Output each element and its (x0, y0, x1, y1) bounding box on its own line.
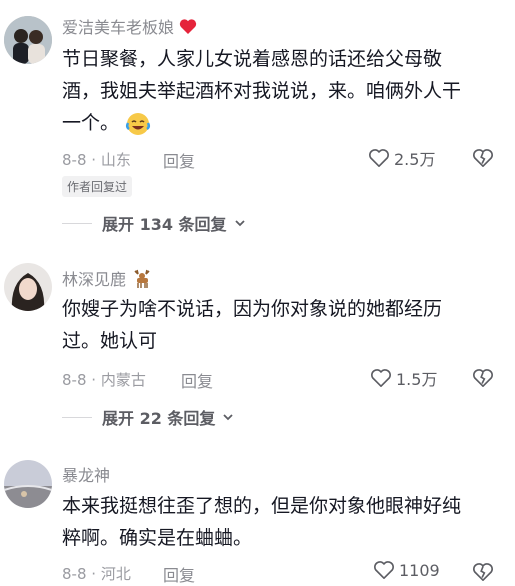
comment-date: 8-8 (62, 151, 87, 169)
broken-heart-icon (473, 369, 493, 387)
dislike-button[interactable] (472, 368, 494, 392)
divider (62, 416, 92, 418)
expand-replies-button[interactable]: 展开 22 条回复 (62, 405, 237, 429)
expand-label: 展开 134 条回复 (102, 215, 227, 234)
reply-button[interactable]: 回复 (163, 148, 195, 172)
expand-replies-button[interactable]: 展开 134 条回复 (62, 211, 249, 235)
like-button[interactable]: 2.5万 (368, 146, 435, 170)
chevron-down-icon (234, 220, 245, 227)
comment-text[interactable]: 本来我挺想往歪了想的，但是你对象他眼神好纯 粹啊。确实是在蛐蛐。 (62, 490, 502, 554)
heart-outline-icon (371, 369, 391, 387)
comment-line: 节日聚餐，人家儿女说着感恩的话还给父母敬 (62, 48, 443, 70)
avatar[interactable] (4, 263, 52, 311)
heart-outline-icon (369, 149, 389, 167)
comment-meta: 8-8 · 内蒙古 (62, 371, 146, 389)
avatar[interactable] (4, 16, 52, 64)
broken-heart-icon (473, 149, 493, 167)
comment-meta: 8-8 · 河北 (62, 565, 131, 583)
like-button[interactable]: 1.5万 (370, 366, 437, 390)
comment-line: 过。她认可 (62, 330, 158, 352)
comment-line: 一个。 (62, 107, 502, 139)
comment-text[interactable]: 节日聚餐，人家儿女说着感恩的话还给父母敬 酒，我姐夫举起酒杯对我说说，来。咱俩外… (62, 43, 502, 139)
crying-laughing-emoji (126, 112, 151, 135)
reply-button[interactable]: 回复 (163, 562, 195, 586)
comment-date: 8-8 (62, 371, 87, 389)
reply-button[interactable]: 回复 (181, 368, 213, 392)
comment-location: 内蒙古 (100, 371, 146, 389)
expand-label: 展开 22 条回复 (102, 409, 216, 428)
broken-heart-icon (473, 563, 493, 581)
like-button[interactable]: 1109 (373, 560, 440, 580)
username-text[interactable]: 林深见鹿 (62, 270, 126, 289)
username[interactable]: 爱洁美车老板娘 (62, 14, 197, 38)
comment-line: 你嫂子为啥不说话，因为你对象说的她都经历 (62, 298, 443, 320)
author-replied-tag: 作者回复过 (62, 176, 133, 197)
chevron-down-icon (223, 414, 234, 421)
comment-date: 8-8 (62, 565, 87, 583)
like-count: 1.5万 (396, 370, 438, 389)
username-text[interactable]: 暴龙神 (62, 466, 110, 485)
username[interactable]: 暴龙神 (62, 462, 110, 486)
comment-line: 本来我挺想往歪了想的，但是你对象他眼神好纯 (62, 495, 462, 517)
username[interactable]: 林深见鹿 (62, 266, 153, 290)
comment-meta: 8-8 · 山东 (62, 151, 131, 169)
comment-line: 粹啊。确实是在蛐蛐。 (62, 527, 253, 549)
dislike-button[interactable] (472, 148, 494, 172)
deer-icon (134, 269, 150, 288)
like-count: 2.5万 (394, 150, 436, 169)
comment-text[interactable]: 你嫂子为啥不说话，因为你对象说的她都经历 过。她认可 (62, 293, 502, 357)
heart-outline-icon (374, 561, 394, 579)
username-text[interactable]: 爱洁美车老板娘 (62, 18, 174, 37)
divider (62, 222, 92, 224)
red-heart-icon (179, 19, 197, 34)
comment-line: 酒，我姐夫举起酒杯对我说说，来。咱俩外人干 (62, 80, 462, 102)
comment-location: 山东 (100, 151, 131, 169)
avatar[interactable] (4, 460, 52, 508)
like-count: 1109 (399, 560, 440, 580)
dislike-button[interactable] (472, 562, 494, 586)
comment-location: 河北 (100, 565, 131, 583)
